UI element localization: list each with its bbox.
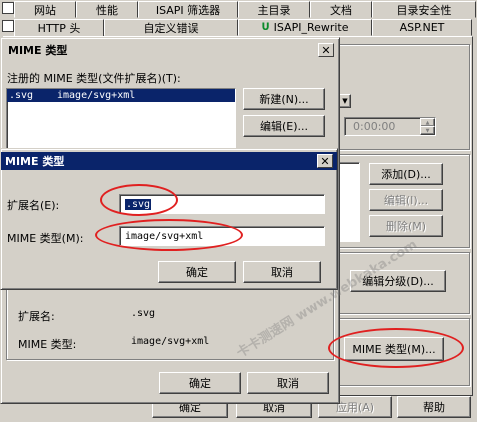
list-item-type: image/svg+xml <box>57 90 136 101</box>
checkbox-fragment[interactable] <box>2 2 14 14</box>
list-item-ext: .svg <box>9 90 34 101</box>
details-type-label: MIME 类型: <box>18 338 77 351</box>
annotation-oval-mime-button <box>328 328 464 368</box>
annotation-oval-ext <box>100 184 178 216</box>
tab-directory-security[interactable]: 目录安全性 <box>372 1 476 18</box>
details-type-value: image/svg+xml <box>131 336 210 347</box>
tab-isapi-rewrite[interactable]: ᑌ ISAPI_Rewrite <box>238 19 372 36</box>
close-icon[interactable]: ✕ <box>317 154 333 168</box>
isapi-rewrite-icon: ᑌ <box>261 22 270 33</box>
time-spinner[interactable]: ▲ ▼ <box>420 118 435 135</box>
mime-list-titlebar: MIME 类型 <box>4 41 336 59</box>
tab-isapi-filters[interactable]: ISAPI 筛选器 <box>138 1 238 18</box>
tab-http-headers[interactable]: HTTP 头 <box>14 19 104 36</box>
mime-list-label: 注册的 MIME 类型(文件扩展名)(T): <box>7 72 181 85</box>
mime-list-cancel-button[interactable]: 取消 <box>247 372 329 394</box>
spin-down-icon[interactable]: ▼ <box>420 126 435 135</box>
type-label: MIME 类型(M): <box>7 232 84 245</box>
details-ext-value: .svg <box>131 308 156 319</box>
add-header-button[interactable]: 添加(D)... <box>369 163 443 185</box>
edit-header-button[interactable]: 编辑(I)... <box>369 189 443 211</box>
annotation-oval-type <box>95 219 243 251</box>
details-ext-label: 扩展名: <box>18 310 55 323</box>
mime-edit-cancel-button[interactable]: 取消 <box>243 261 321 283</box>
mime-edit-titlebar: MIME 类型 <box>1 152 337 170</box>
help-button[interactable]: 帮助 <box>397 396 471 418</box>
tab-website[interactable]: 网站 <box>14 1 76 18</box>
mime-edit-title: MIME 类型 <box>5 155 65 168</box>
mime-list-title: MIME 类型 <box>8 44 68 57</box>
tab-home-directory[interactable]: 主目录 <box>238 1 310 18</box>
tab-performance[interactable]: 性能 <box>76 1 138 18</box>
new-mime-button[interactable]: 新建(N)... <box>243 88 325 110</box>
tab-aspnet[interactable]: ASP.NET <box>372 19 472 36</box>
edit-mime-button[interactable]: 编辑(E)... <box>243 115 325 137</box>
ext-label: 扩展名(E): <box>7 199 60 212</box>
expiry-dropdown-arrow[interactable]: ▼ <box>339 94 351 108</box>
mime-list-ok-button[interactable]: 确定 <box>159 372 241 394</box>
tab-custom-errors[interactable]: 自定义错误 <box>104 19 238 36</box>
list-item[interactable]: .svg image/svg+xml <box>7 89 235 102</box>
tab-isapi-rewrite-label: ISAPI_Rewrite <box>273 21 349 34</box>
mime-edit-ok-button[interactable]: 确定 <box>158 261 236 283</box>
close-icon[interactable]: ✕ <box>318 43 334 57</box>
delete-header-button[interactable]: 删除(M) <box>369 215 443 237</box>
tab-documents[interactable]: 文档 <box>310 1 372 18</box>
checkbox-fragment-2[interactable] <box>2 20 14 32</box>
